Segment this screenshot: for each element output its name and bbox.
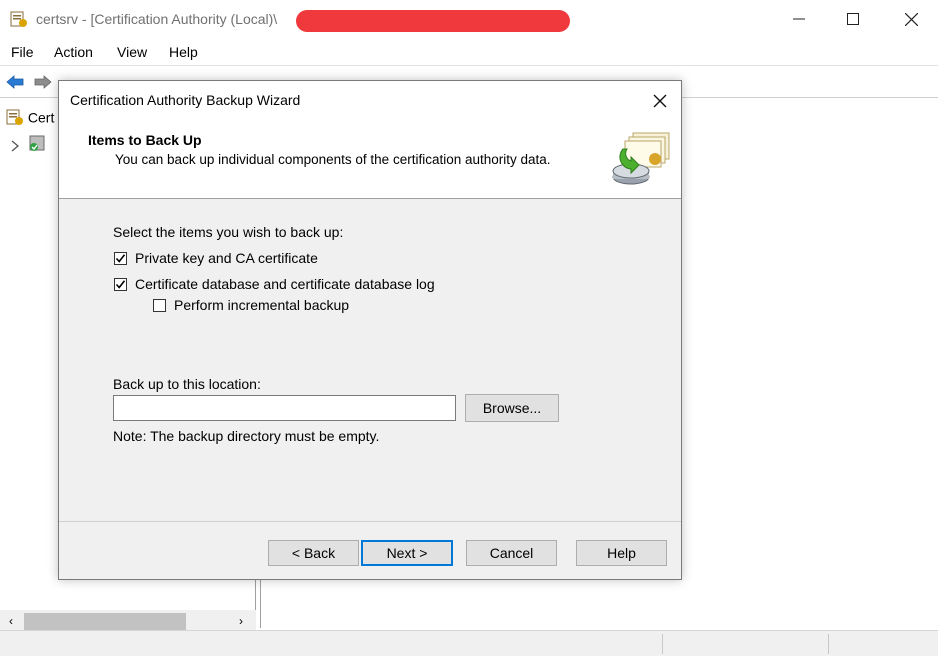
- backup-location-input[interactable]: [113, 395, 456, 421]
- items-instruction: Select the items you wish to back up:: [113, 224, 344, 240]
- menu-view[interactable]: View: [117, 44, 147, 60]
- status-divider: [662, 634, 663, 654]
- private-key-label: Private key and CA certificate: [135, 250, 318, 266]
- chevron-right-icon[interactable]: [10, 140, 20, 152]
- ca-server-icon: [29, 135, 45, 152]
- main-title-bar: certsrv - [Certification Authority (Loca…: [0, 0, 938, 38]
- certificate-database-label: Certificate database and certificate dat…: [135, 276, 435, 292]
- private-key-checkbox[interactable]: [114, 251, 127, 265]
- backup-location-label: Back up to this location:: [113, 376, 261, 392]
- dialog-title: Certification Authority Backup Wizard: [70, 92, 301, 108]
- minimize-icon: [793, 18, 805, 20]
- status-bar: [0, 630, 938, 656]
- status-divider: [828, 634, 829, 654]
- certsrv-tree-icon: [6, 109, 23, 126]
- menu-file[interactable]: File: [11, 44, 34, 60]
- wizard-body: Select the items you wish to back up: Pr…: [59, 199, 681, 521]
- incremental-backup-checkbox[interactable]: [153, 298, 166, 312]
- scrollbar-thumb[interactable]: [24, 613, 186, 631]
- back-button[interactable]: < Back: [268, 540, 359, 566]
- dialog-title-bar: Certification Authority Backup Wizard: [59, 81, 681, 119]
- incremental-backup-label: Perform incremental backup: [174, 297, 350, 313]
- close-icon: [653, 94, 667, 108]
- certificate-database-checkbox[interactable]: [114, 277, 127, 291]
- checkmark-icon: [115, 253, 126, 263]
- backup-certificates-icon: [612, 132, 670, 185]
- wizard-header: Items to Back Up You can back up individ…: [59, 119, 681, 199]
- wizard-page-title: Items to Back Up: [88, 132, 202, 148]
- wizard-page-subtitle: You can back up individual components of…: [115, 152, 551, 167]
- next-button[interactable]: Next >: [361, 540, 453, 566]
- help-button[interactable]: Help: [576, 540, 667, 566]
- menu-bar: File Action View Help: [0, 38, 938, 66]
- certsrv-app-icon: [10, 11, 27, 27]
- close-icon: [904, 12, 918, 26]
- tree-root-item[interactable]: Cert: [6, 108, 54, 126]
- tree-root-label: Cert: [27, 109, 55, 126]
- window-title: certsrv - [Certification Authority (Loca…: [36, 11, 278, 27]
- minimize-button[interactable]: [776, 0, 822, 38]
- back-arrow-icon[interactable]: [6, 74, 24, 90]
- tree-ca-item[interactable]: [28, 134, 46, 152]
- browse-button[interactable]: Browse...: [465, 394, 559, 422]
- maximize-button[interactable]: [830, 0, 876, 38]
- forward-arrow-icon[interactable]: [34, 74, 52, 90]
- backup-wizard-dialog: Certification Authority Backup Wizard It…: [58, 80, 682, 580]
- option-incremental-backup[interactable]: Perform incremental backup: [153, 297, 349, 313]
- scroll-right-icon[interactable]: ›: [234, 614, 248, 630]
- dialog-close-button[interactable]: [643, 87, 677, 115]
- cancel-button[interactable]: Cancel: [466, 540, 557, 566]
- scroll-left-icon[interactable]: ‹: [4, 614, 18, 630]
- menu-help[interactable]: Help: [169, 44, 198, 60]
- close-button[interactable]: [888, 0, 934, 38]
- option-private-key[interactable]: Private key and CA certificate: [114, 250, 318, 266]
- maximize-icon: [847, 13, 859, 25]
- option-certificate-database[interactable]: Certificate database and certificate dat…: [114, 276, 435, 292]
- wizard-footer: < Back Next > Cancel Help: [59, 521, 681, 579]
- checkmark-icon: [115, 279, 126, 289]
- backup-directory-note: Note: The backup directory must be empty…: [113, 428, 380, 444]
- menu-action[interactable]: Action: [54, 44, 93, 60]
- redaction-mark: [296, 10, 570, 32]
